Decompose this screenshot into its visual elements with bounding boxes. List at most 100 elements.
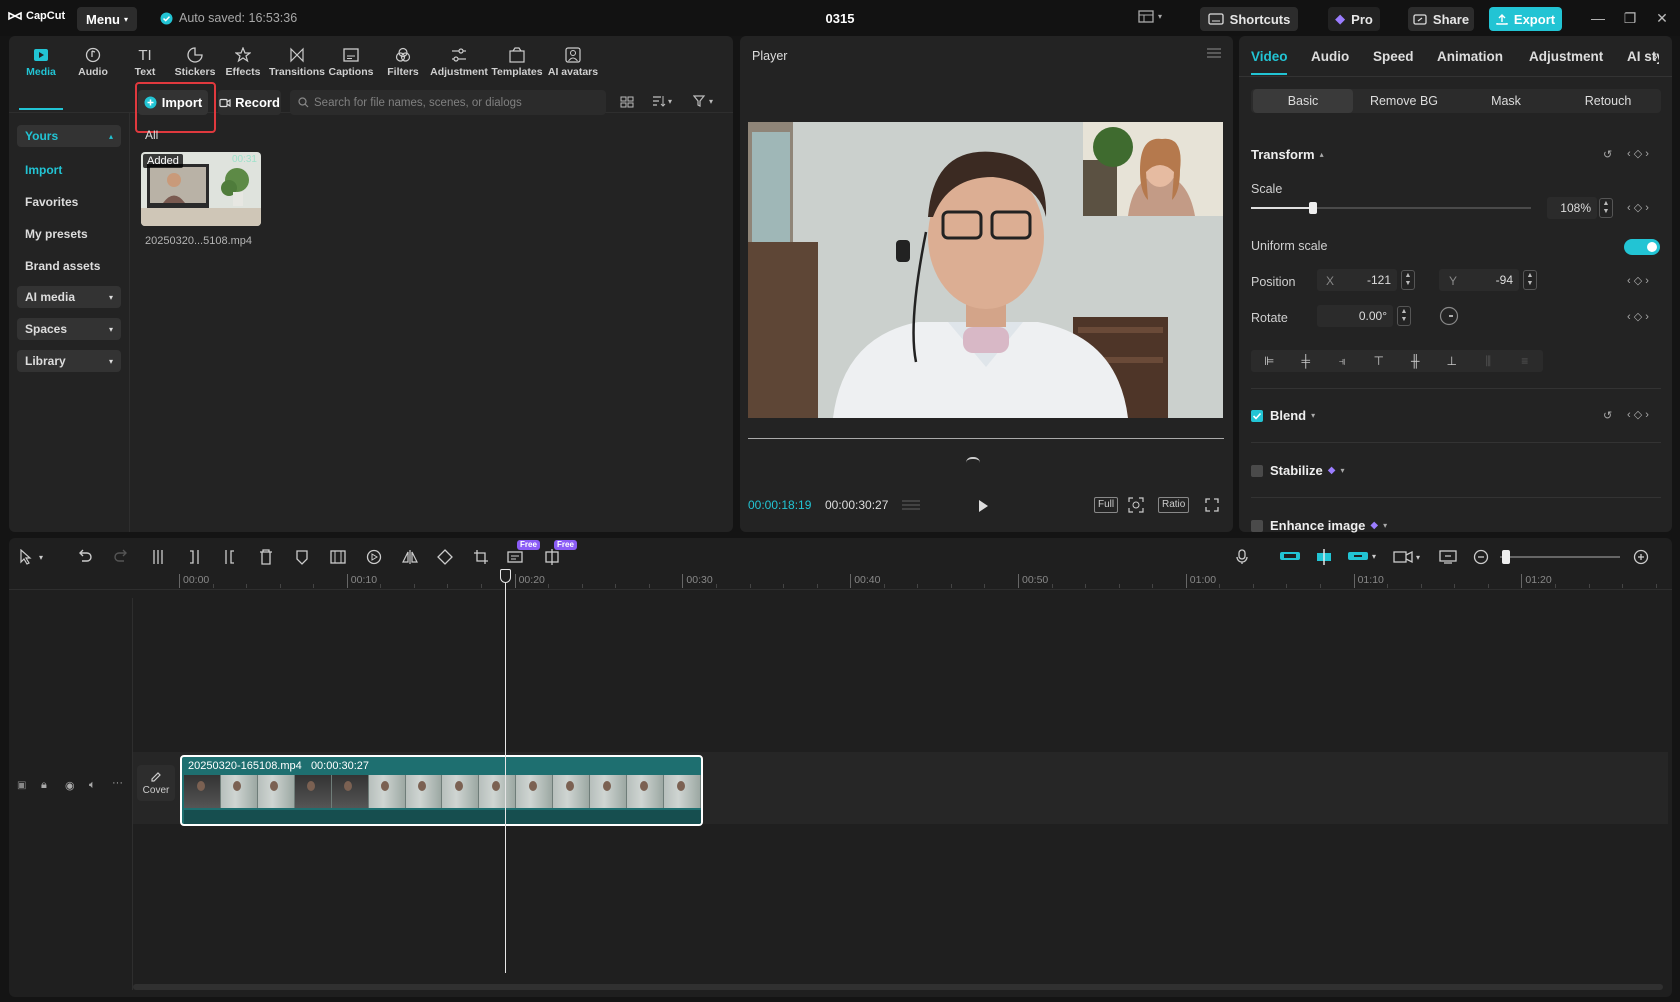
rotate-value-field[interactable]: 0.00° (1317, 305, 1393, 327)
rotate-clip-icon[interactable] (437, 549, 453, 565)
stabilize-checkbox[interactable] (1251, 465, 1263, 477)
playhead-handle[interactable] (500, 569, 511, 583)
timeline-ruler[interactable]: 00:00 00:10 00:20 00:30 00:40 00:50 01:00 01:10… (9, 568, 1672, 590)
grid-view-icon[interactable] (620, 96, 634, 108)
filter-icon[interactable]: ▾ (693, 95, 713, 107)
main-track-magnet-icon[interactable] (1279, 549, 1301, 563)
ratio-button[interactable]: Ratio (1158, 497, 1190, 513)
play-icon[interactable] (977, 499, 989, 513)
subtab-remove-bg[interactable]: Remove BG (1353, 89, 1455, 113)
fullscreen-icon[interactable] (1205, 498, 1219, 512)
subtab-retouch[interactable]: Retouch (1557, 89, 1659, 113)
shortcuts-button[interactable]: Shortcuts (1200, 7, 1298, 31)
filter-all-label[interactable]: All (145, 128, 158, 142)
crop-icon[interactable] (473, 549, 489, 565)
record-button[interactable]: Record (218, 90, 281, 115)
restore-icon[interactable]: ❐ (1620, 9, 1640, 27)
tab-animation[interactable]: Animation (1437, 49, 1503, 64)
video-preview[interactable] (748, 122, 1223, 418)
tool-tab-adjustment[interactable]: Adjustment (430, 40, 488, 86)
tool-tab-transitions[interactable]: Transitions (269, 40, 325, 86)
video-clip[interactable]: 20250320-165108.mp4 00:00:30:27 (180, 755, 703, 826)
sidebar-item-brand-assets[interactable]: Brand assets (25, 259, 100, 273)
select-cursor-icon[interactable]: ▾ (19, 549, 43, 565)
tool-tab-text[interactable]: TI Text (119, 40, 171, 86)
auto-snapping-icon[interactable] (1313, 549, 1335, 565)
reset-icon[interactable]: ↺ (1603, 148, 1612, 161)
hamburger-icon[interactable] (1207, 48, 1221, 58)
tab-audio[interactable]: Audio (1311, 49, 1349, 64)
rotate-stepper[interactable]: ▲ ▼ (1397, 306, 1411, 326)
sidebar-spaces-dropdown[interactable]: Spaces ▾ (17, 318, 121, 340)
stabilize-section-header[interactable]: Stabilize ◆ ▾ (1270, 463, 1344, 478)
media-item-thumbnail[interactable]: Added 00:31 (141, 152, 261, 226)
split-icon[interactable] (151, 549, 165, 565)
delete-right-icon[interactable] (223, 549, 237, 565)
zoom-slider-handle[interactable] (1502, 550, 1510, 564)
marker-icon[interactable] (295, 549, 309, 565)
tool-tab-effects[interactable]: Effects (217, 40, 269, 86)
blend-checkbox[interactable] (1251, 410, 1263, 422)
align-left-icon[interactable]: ⊫ (1251, 354, 1288, 368)
share-button[interactable]: Share (1408, 7, 1474, 31)
rotate-dial-icon[interactable] (1439, 306, 1459, 326)
tab-adjustment[interactable]: Adjustment (1529, 49, 1603, 64)
sidebar-library-dropdown[interactable]: Library ▾ (17, 350, 121, 372)
pro-button[interactable]: ◆ Pro (1328, 7, 1380, 31)
tab-speed[interactable]: Speed (1373, 49, 1414, 64)
tool-tab-stickers[interactable]: Stickers (169, 40, 221, 86)
uniform-scale-toggle[interactable] (1624, 239, 1660, 255)
undo-icon[interactable] (77, 549, 93, 563)
subtab-mask[interactable]: Mask (1455, 89, 1557, 113)
keyframe-diamond-icon[interactable]: ‹ ◇ › (1627, 408, 1649, 421)
timeline-horizontal-scrollbar[interactable] (133, 984, 1663, 990)
tool-tab-media[interactable]: Media (15, 40, 67, 86)
tool-tab-captions[interactable]: Captions (325, 40, 377, 86)
tool-tab-filters[interactable]: Filters (377, 40, 429, 86)
export-button[interactable]: Export (1489, 7, 1562, 31)
keyframe-diamond-icon[interactable]: ‹ ◇ › (1627, 274, 1649, 287)
lock-icon[interactable]: 🔒︎ (41, 779, 47, 792)
more-icon[interactable]: ··· (112, 777, 123, 789)
sidebar-item-import[interactable]: Import (25, 163, 62, 177)
speaker-icon[interactable]: 🔈︎ (89, 779, 96, 792)
player-progress-line[interactable] (748, 438, 1224, 439)
microphone-icon[interactable] (1235, 549, 1249, 565)
scale-value-field[interactable]: 108% (1547, 197, 1597, 219)
tab-video[interactable]: Video (1251, 49, 1288, 64)
keyframe-diamond-icon[interactable]: ‹ ◇ › (1627, 147, 1649, 160)
position-y-stepper[interactable]: ▲ ▼ (1523, 270, 1537, 290)
chevron-right-icon[interactable]: › (1653, 48, 1658, 64)
keyframe-diamond-icon[interactable]: ‹ ◇ › (1627, 310, 1649, 323)
sidebar-item-my-presets[interactable]: My presets (25, 227, 88, 241)
search-input[interactable] (314, 96, 594, 109)
reset-icon[interactable]: ↺ (1603, 409, 1612, 422)
align-bottom-icon[interactable]: ⊥ (1434, 354, 1471, 368)
close-icon[interactable]: ✕ (1652, 9, 1672, 27)
auto-caption-icon[interactable]: Free (507, 540, 540, 565)
sidebar-item-favorites[interactable]: Favorites (25, 195, 78, 209)
timecode-grid-icon[interactable] (901, 498, 921, 512)
player-scrub-handle[interactable] (966, 457, 980, 463)
linkage-icon[interactable]: ▾ (1347, 549, 1376, 563)
blend-section-header[interactable]: Blend ▾ (1270, 408, 1315, 423)
sidebar-ai-media-dropdown[interactable]: AI media ▾ (17, 286, 121, 308)
zoom-fit-icon[interactable] (1128, 497, 1144, 513)
layout-icon[interactable]: ▾ (1138, 10, 1162, 23)
position-x-stepper[interactable]: ▲ ▼ (1401, 270, 1415, 290)
preview-axis-icon[interactable]: ▾ (1393, 549, 1420, 565)
tool-tab-ai-avatars[interactable]: AI avatars (547, 40, 599, 86)
tool-tab-templates[interactable]: Templates (491, 40, 543, 86)
freeze-frame-icon[interactable] (330, 549, 346, 565)
speed-icon[interactable] (366, 549, 382, 565)
align-center-h-icon[interactable]: ╪ (1288, 354, 1325, 368)
zoom-slider-track[interactable] (1500, 550, 1620, 564)
zoom-in-icon[interactable] (1633, 549, 1649, 565)
align-center-v-icon[interactable]: ╫ (1397, 354, 1434, 368)
full-quality-button[interactable]: Full (1094, 497, 1119, 513)
scale-slider-track[interactable] (1251, 202, 1531, 214)
sort-icon[interactable]: ▾ (652, 95, 672, 107)
mirror-icon[interactable] (402, 549, 418, 565)
smart-cut-icon[interactable]: Free (544, 540, 577, 565)
scale-slider-handle[interactable] (1308, 202, 1317, 214)
